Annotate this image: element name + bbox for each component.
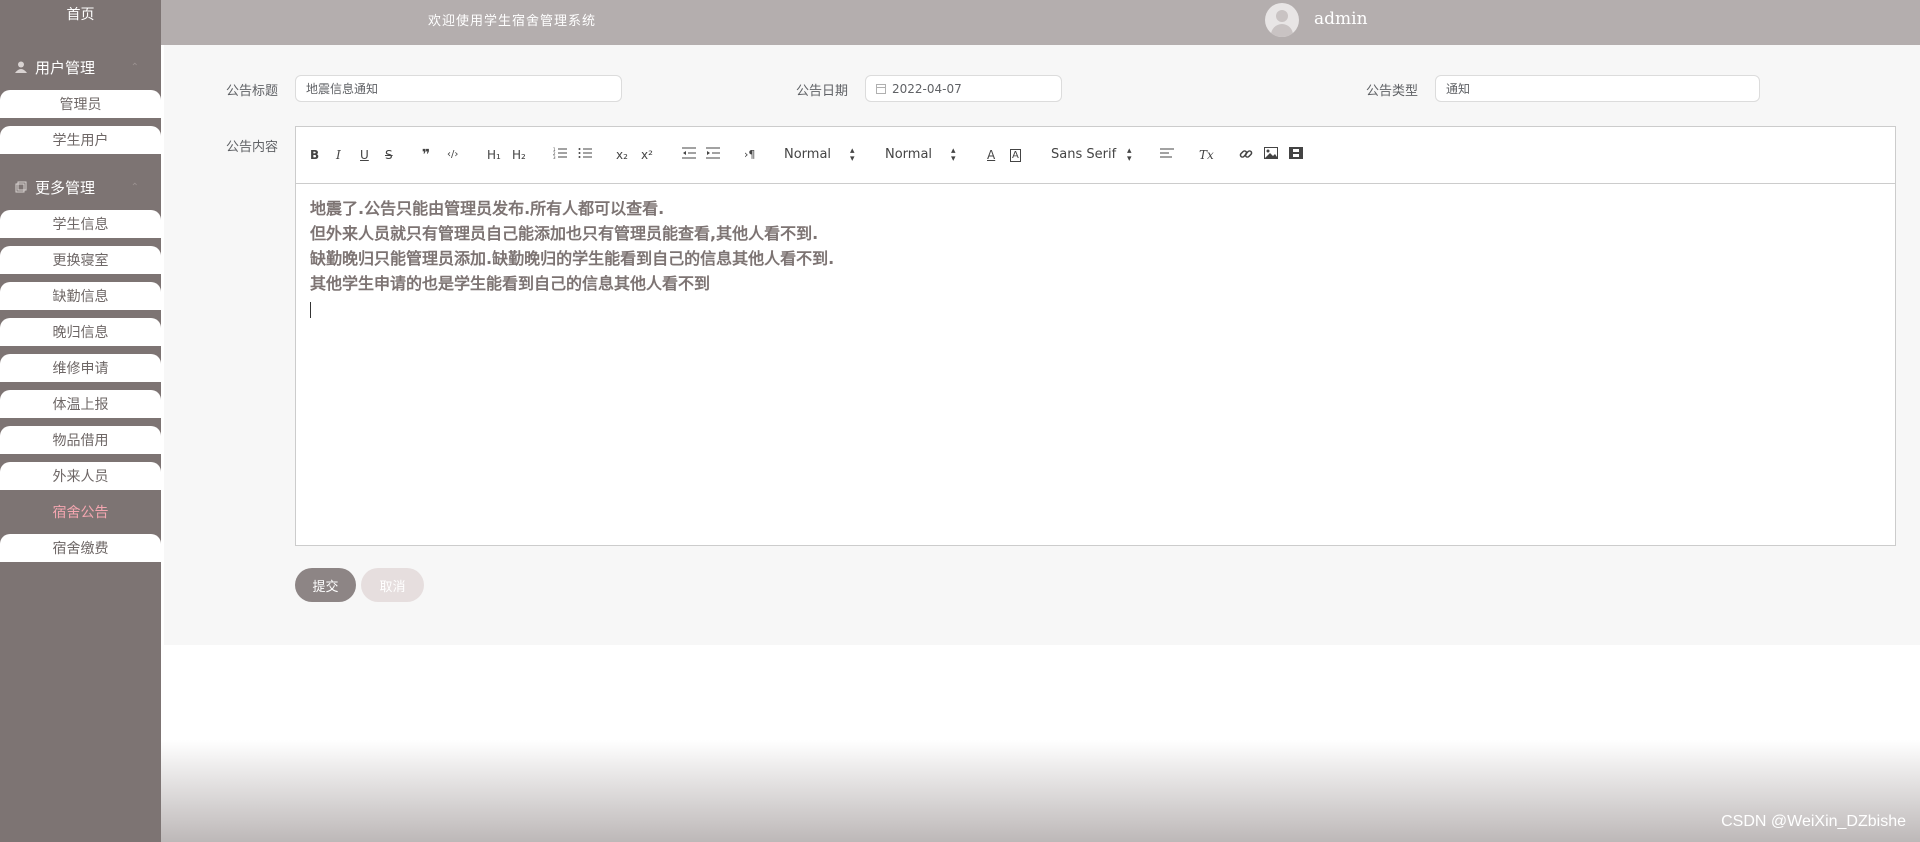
background-color-icon[interactable]: A [1010,149,1021,162]
content-line: 其他学生申请的也是学生能看到自己的信息其他人看不到 [310,274,711,293]
title-input[interactable]: 地震信息通知 [295,75,622,102]
top-header: 欢迎使用学生宿舍管理系统 admin [161,0,1920,45]
text-color-icon[interactable]: A [987,147,995,163]
title-input-value: 地震信息通知 [306,82,379,96]
bullet-list-icon[interactable] [578,147,592,163]
video-icon[interactable] [1289,147,1303,163]
subscript-button[interactable]: x₂ [616,147,628,163]
align-left-icon[interactable] [1160,147,1174,163]
type-label: 公告类型 [1366,84,1419,99]
link-icon[interactable] [1239,147,1253,165]
font-picker-value: Sans Serif [1051,147,1117,162]
editor-toolbar: B I U S ❞ ‹/› H₁ H₂ 123 x₂ x² ›¶ Normal … [296,127,1895,184]
editor-content[interactable]: 地震了.公告只能由管理员发布.所有人都可以查看. 但外来人员就只有管理员自己能添… [296,184,1895,333]
group-more-management[interactable]: 更多管理 ⌃ [0,172,161,202]
size-picker-value: Normal [784,147,832,162]
underline-button[interactable]: U [360,147,369,163]
sidebar-item-temperature[interactable]: 体温上报 [0,390,161,418]
outdent-icon[interactable] [682,147,696,163]
sidebar-item-student-info[interactable]: 学生信息 [0,210,161,238]
content-line: 但外来人员就只有管理员自己能添加也只有管理员能查看,其他人看不到. [310,224,819,243]
size-picker[interactable]: Normal ▴ ▾ [784,147,855,164]
h2-button[interactable]: H₂ [512,147,526,163]
date-input-value: 2022-04-07 [892,81,962,96]
bold-button[interactable]: B [310,147,319,163]
sidebar: 首页 用户管理 ⌃ 管理员 学生用户 更多管理 ⌃ 学生信息 更换寝室 缺勤信息… [0,0,161,842]
sidebar-item-notices[interactable]: 宿舍公告 [0,498,161,526]
group-title-label: 更多管理 [35,178,96,197]
code-button[interactable]: ‹/› [447,147,458,163]
bottom-gradient [161,740,1920,842]
avatar[interactable] [1265,3,1299,37]
blockquote-button[interactable]: ❞ [422,147,430,163]
group-title-label: 用户管理 [35,58,96,77]
sidebar-item-visitors[interactable]: 外来人员 [0,462,161,490]
layers-icon [13,179,29,195]
type-input[interactable]: 通知 [1435,75,1760,102]
sidebar-item-change-room[interactable]: 更换寝室 [0,246,161,274]
direction-button[interactable]: ›¶ [744,147,755,163]
picker-arrows-icon: ▴ ▾ [1127,146,1132,164]
group-user-management[interactable]: 用户管理 ⌃ [0,52,161,82]
sidebar-item-late-return[interactable]: 晚归信息 [0,318,161,346]
title-label: 公告标题 [226,84,279,99]
watermark: CSDN @WeiXin_DZbishe [1721,813,1906,830]
user-icon [13,59,29,75]
cancel-button[interactable]: 取消 [361,568,424,602]
svg-text:3: 3 [553,155,556,159]
content-line: 缺勤晚归只能管理员添加.缺勤晚归的学生能看到自己的信息其他人看不到. [310,249,835,268]
header-picker-value: Normal [885,147,933,162]
username[interactable]: admin [1314,9,1368,29]
ordered-list-icon[interactable]: 123 [553,147,567,163]
content-line: 地震了.公告只能由管理员发布.所有人都可以查看. [310,199,665,218]
italic-button[interactable]: I [336,147,341,163]
submit-button[interactable]: 提交 [295,568,356,602]
header-picker[interactable]: Normal ▴ ▾ [885,147,956,164]
sidebar-item-absence[interactable]: 缺勤信息 [0,282,161,310]
content-label: 公告内容 [226,140,279,155]
calendar-icon [876,83,886,94]
sidebar-item-repair[interactable]: 维修申请 [0,354,161,382]
clear-format-button[interactable]: Tx [1199,147,1214,163]
h1-button[interactable]: H₁ [487,147,501,163]
chevron-up-icon: ⌃ [130,181,139,193]
welcome-text: 欢迎使用学生宿舍管理系统 [428,14,597,29]
superscript-button[interactable]: x² [641,147,653,163]
picker-arrows-icon: ▴ ▾ [850,146,855,164]
rich-text-editor[interactable]: B I U S ❞ ‹/› H₁ H₂ 123 x₂ x² ›¶ Normal … [295,126,1896,546]
sidebar-item-admins[interactable]: 管理员 [0,90,161,118]
chevron-up-icon: ⌃ [130,61,139,73]
indent-icon[interactable] [706,147,720,163]
type-input-value: 通知 [1446,82,1471,96]
sidebar-home[interactable]: 首页 [0,0,161,30]
strike-button[interactable]: S [385,147,393,163]
date-input[interactable]: 2022-04-07 [865,75,1062,102]
text-caret [310,296,1881,321]
image-icon[interactable] [1264,147,1278,163]
font-picker[interactable]: Sans Serif ▴ ▾ [1051,147,1132,164]
picker-arrows-icon: ▴ ▾ [951,146,956,164]
sidebar-item-payment[interactable]: 宿舍缴费 [0,534,161,562]
date-label: 公告日期 [796,84,849,99]
sidebar-item-borrow[interactable]: 物品借用 [0,426,161,454]
sidebar-item-student-users[interactable]: 学生用户 [0,126,161,154]
